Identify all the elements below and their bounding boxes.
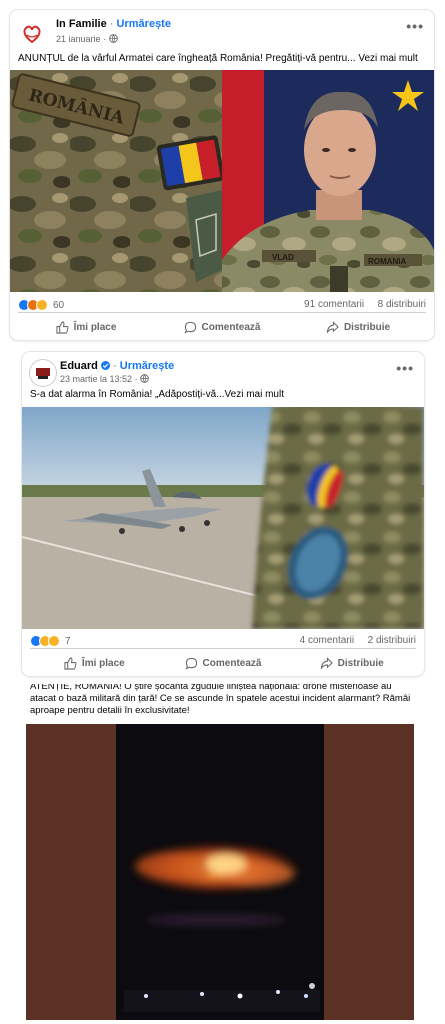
page-name[interactable]: Eduard xyxy=(60,360,98,372)
share-count[interactable]: 8 distribuiri xyxy=(378,299,426,310)
post-card-2: Eduard · Urmărește 23 martie la 13:52 · … xyxy=(22,352,424,676)
name-tape: VLAD xyxy=(272,253,294,262)
post-image[interactable] xyxy=(22,407,424,629)
comment-icon xyxy=(184,657,197,670)
haha-reaction-icon xyxy=(36,299,48,311)
comment-count[interactable]: 4 comentarii xyxy=(300,635,354,646)
like-button[interactable]: Îmi place xyxy=(30,649,159,676)
comment-icon xyxy=(183,321,196,334)
post-card-3: ATENȚIE, ROMÂNIA! O știre șocantă zgudui… xyxy=(26,684,418,1024)
page-avatar[interactable] xyxy=(18,20,46,48)
more-options-icon[interactable]: ••• xyxy=(406,18,424,34)
share-label: Distribuie xyxy=(343,321,391,333)
verified-badge-icon xyxy=(100,361,110,370)
post-actions: Îmi place Comentează Distribuie xyxy=(18,312,426,340)
post-actions: Îmi place Comentează Distribuie xyxy=(30,648,416,676)
thumb-up-icon xyxy=(56,320,69,334)
post-date[interactable]: 21 ianuarie xyxy=(56,34,101,44)
share-button[interactable]: Distribuie xyxy=(287,649,416,676)
like-label: Îmi place xyxy=(81,657,125,669)
post-video-frame[interactable] xyxy=(26,724,414,1020)
page-name[interactable]: In Familie xyxy=(56,18,107,30)
like-button[interactable]: Îmi place xyxy=(18,313,154,340)
share-icon xyxy=(320,656,333,669)
share-count[interactable]: 2 distribuiri xyxy=(368,635,416,646)
post-text: S-a dat alarma în România! „Adăpostiți-v… xyxy=(30,389,284,400)
share-label: Distribuie xyxy=(337,657,384,669)
globe-icon xyxy=(108,34,118,45)
reaction-count: 60 xyxy=(53,299,65,311)
share-icon xyxy=(326,320,339,333)
post-header: In Familie · Urmărește 21 ianuarie · ••• xyxy=(10,10,434,54)
globe-icon xyxy=(140,374,149,385)
reactions-summary[interactable]: 60 xyxy=(18,299,64,311)
page-avatar[interactable] xyxy=(30,360,56,386)
comment-label: Comentează xyxy=(201,321,261,333)
post-image[interactable]: ROMÂNIA VLAD ROMANIA xyxy=(10,70,434,292)
follow-link[interactable]: Urmărește xyxy=(117,18,171,30)
comment-button[interactable]: Comentează xyxy=(154,313,290,340)
comment-button[interactable]: Comentează xyxy=(159,649,288,676)
post-text: ANUNȚUL de la vârful Armatei care înghea… xyxy=(18,53,418,64)
follow-link[interactable]: Urmărește xyxy=(120,360,174,372)
share-button[interactable]: Distribuie xyxy=(290,313,426,340)
post-text: ATENȚIE, ROMÂNIA! O știre șocantă zgudui… xyxy=(30,684,411,716)
thumb-up-icon xyxy=(64,656,77,670)
rank-tape: ROMANIA xyxy=(368,257,406,266)
reactions-summary[interactable]: 7 xyxy=(30,635,71,647)
comment-label: Comentează xyxy=(202,657,262,669)
haha-reaction-icon xyxy=(48,635,60,647)
post-card-1: In Familie · Urmărește 21 ianuarie · •••… xyxy=(10,10,434,340)
sleeve-patch xyxy=(252,407,424,629)
comment-count[interactable]: 91 comentarii xyxy=(304,299,364,310)
like-label: Îmi place xyxy=(73,321,117,333)
post-date[interactable]: 23 martie la 13:52 xyxy=(60,374,132,384)
reaction-count: 7 xyxy=(65,635,71,647)
more-options-icon[interactable]: ••• xyxy=(396,360,414,376)
